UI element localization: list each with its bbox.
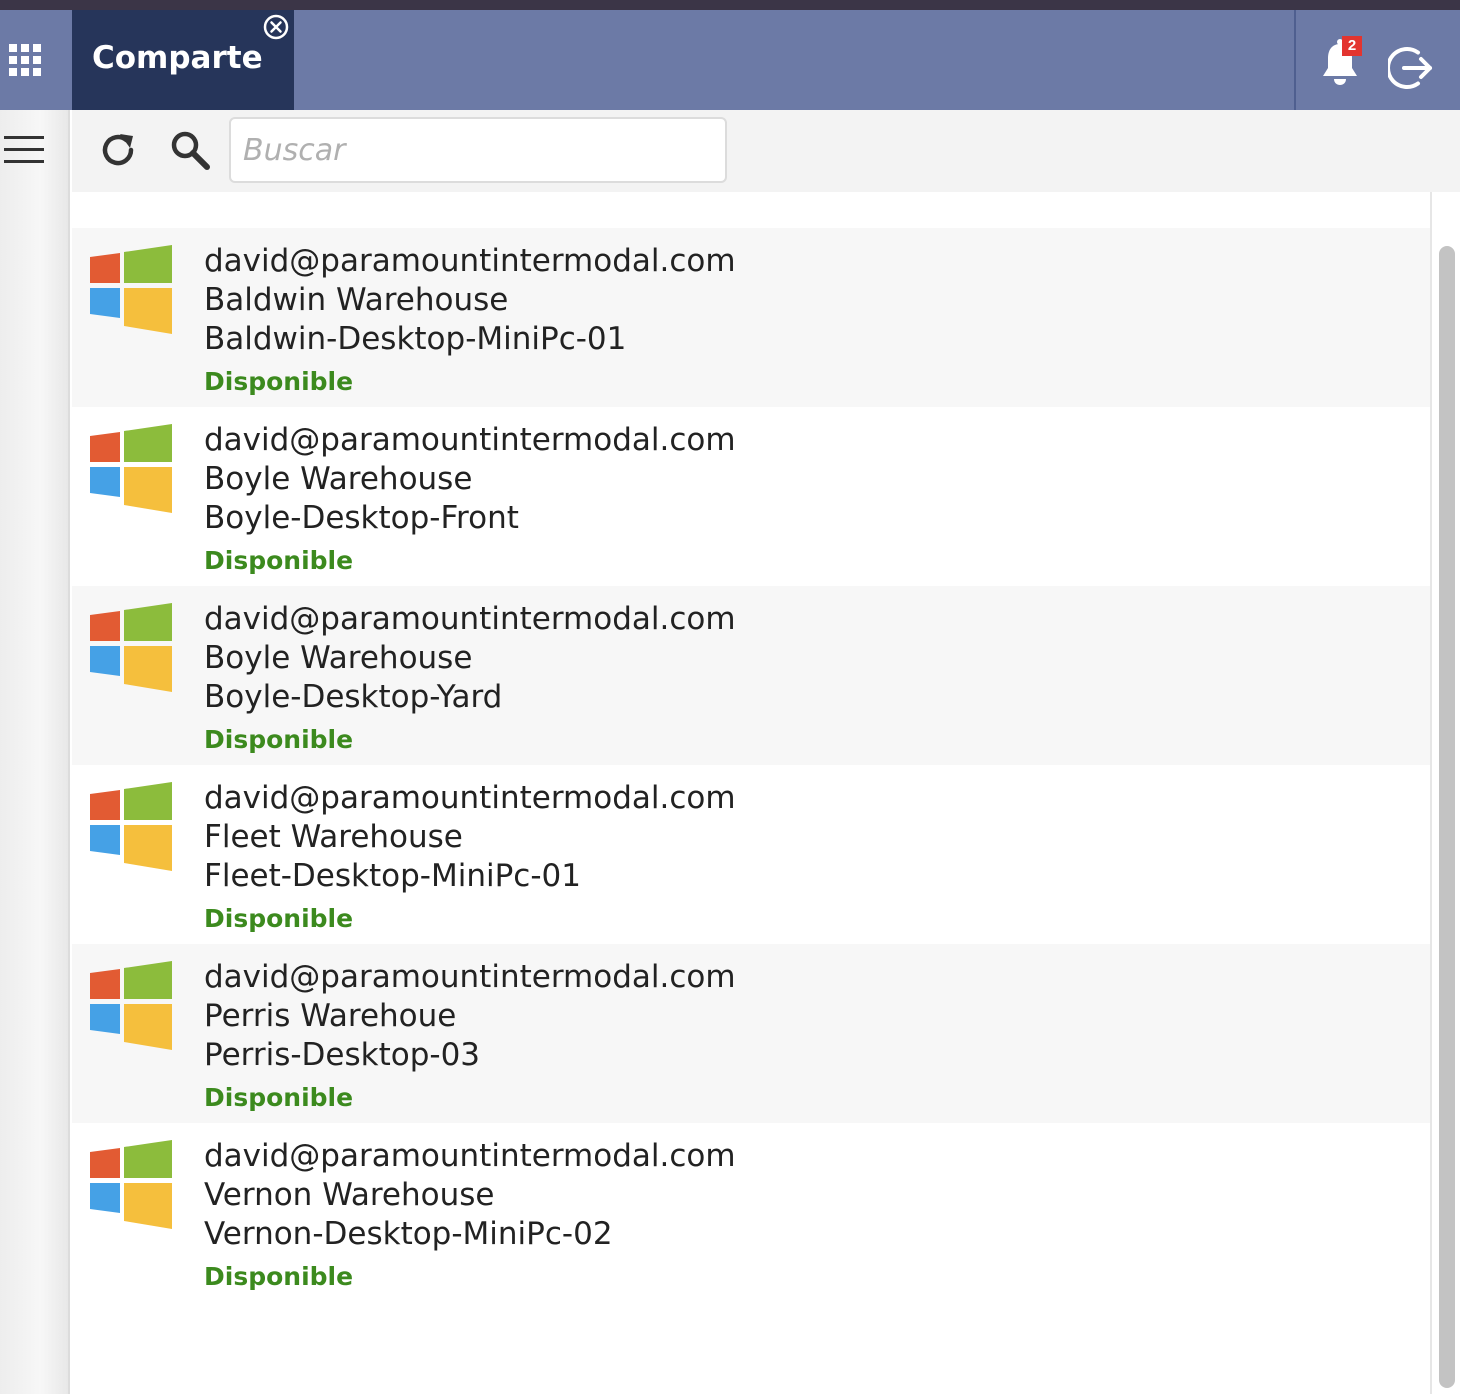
device-details: david@paramountintermodal.com Fleet Wareh… [204,779,736,939]
device-status: Disponible [204,1262,354,1291]
device-status: Disponible [204,725,354,754]
device-user: david@paramountintermodal.com [204,243,736,279]
device-list-item[interactable]: david@paramountintermodal.com Vernon Ware… [72,1123,1430,1302]
device-list: Alameda YardAlameda-MiniPCDisponible davi… [72,192,1430,1394]
device-location: Fleet Warehouse [204,819,463,855]
device-list-item[interactable]: david@paramountintermodal.com Fleet Wareh… [72,765,1430,944]
close-circle-icon [263,14,289,40]
device-user: david@paramountintermodal.com [204,601,736,637]
toolbar [72,110,1460,192]
device-name: Boyle-Desktop-Front [204,500,519,536]
device-details: david@paramountintermodal.com Vernon Ware… [204,1137,736,1297]
device-list-item[interactable]: david@paramountintermodal.com Perris Ware… [72,944,1430,1123]
device-details: david@paramountintermodal.com Boyle Wareh… [204,600,736,760]
menu-button[interactable] [4,136,46,168]
device-user: david@paramountintermodal.com [204,780,736,816]
window-top-strip [0,0,1460,10]
device-user: david@paramountintermodal.com [204,422,736,458]
device-list-item[interactable]: Alameda YardAlameda-MiniPCDisponible [72,192,1430,228]
device-location: Baldwin Warehouse [204,282,509,318]
device-location: Boyle Warehouse [204,640,473,676]
refresh-icon [102,134,134,166]
sidebar [0,110,70,1394]
windows-logo-icon [90,960,172,1050]
device-location: Perris Warehoue [204,998,457,1034]
device-name: Perris-Desktop-03 [204,1037,481,1073]
logout-button[interactable] [1386,44,1436,92]
windows-logo-icon [90,244,172,334]
device-location: Vernon Warehouse [204,1177,495,1213]
device-status: Disponible [204,904,354,933]
windows-logo-icon [90,1139,172,1229]
app-header: Comparte 2 [0,10,1460,110]
close-tab-button[interactable] [263,14,289,40]
device-status: Disponible [204,546,354,575]
device-user: david@paramountintermodal.com [204,959,736,995]
windows-logo-icon [90,602,172,692]
device-status: Disponible [204,1083,354,1112]
device-name: Vernon-Desktop-MiniPc-02 [204,1216,613,1252]
tab-comparte[interactable]: Comparte [72,10,294,110]
header-divider [1294,10,1296,110]
device-name: Baldwin-Desktop-MiniPc-01 [204,321,627,357]
hamburger-menu-icon [4,136,46,163]
windows-logo-icon [90,781,172,871]
device-list-item[interactable]: david@paramountintermodal.com Baldwin War… [72,228,1430,407]
tab-label: Comparte [92,40,263,76]
apps-grid-icon [9,44,41,76]
search-button[interactable] [168,128,212,172]
device-name: Fleet-Desktop-MiniPc-01 [204,858,581,894]
device-name: Boyle-Desktop-Yard [204,679,503,715]
device-details: david@paramountintermodal.com Baldwin War… [204,242,736,402]
device-details: david@paramountintermodal.com Boyle Wareh… [204,421,736,581]
scrollbar[interactable] [1430,192,1460,1394]
device-location: Boyle Warehouse [204,461,473,497]
windows-logo-icon [90,423,172,513]
notifications-button[interactable]: 2 [1318,32,1368,92]
apps-button[interactable] [0,10,50,110]
device-list-item[interactable]: david@paramountintermodal.com Boyle Wareh… [72,407,1430,586]
notification-count-badge: 2 [1342,36,1362,56]
device-user: david@paramountintermodal.com [204,1138,736,1174]
refresh-button[interactable] [98,130,138,170]
logout-icon [1386,47,1432,89]
device-status: Disponible [204,367,354,396]
scrollbar-thumb[interactable] [1439,246,1455,1388]
device-details: david@paramountintermodal.com Perris Ware… [204,958,736,1118]
device-list-item[interactable]: david@paramountintermodal.com Boyle Wareh… [72,586,1430,765]
search-input[interactable] [229,117,727,183]
search-icon [171,131,210,170]
